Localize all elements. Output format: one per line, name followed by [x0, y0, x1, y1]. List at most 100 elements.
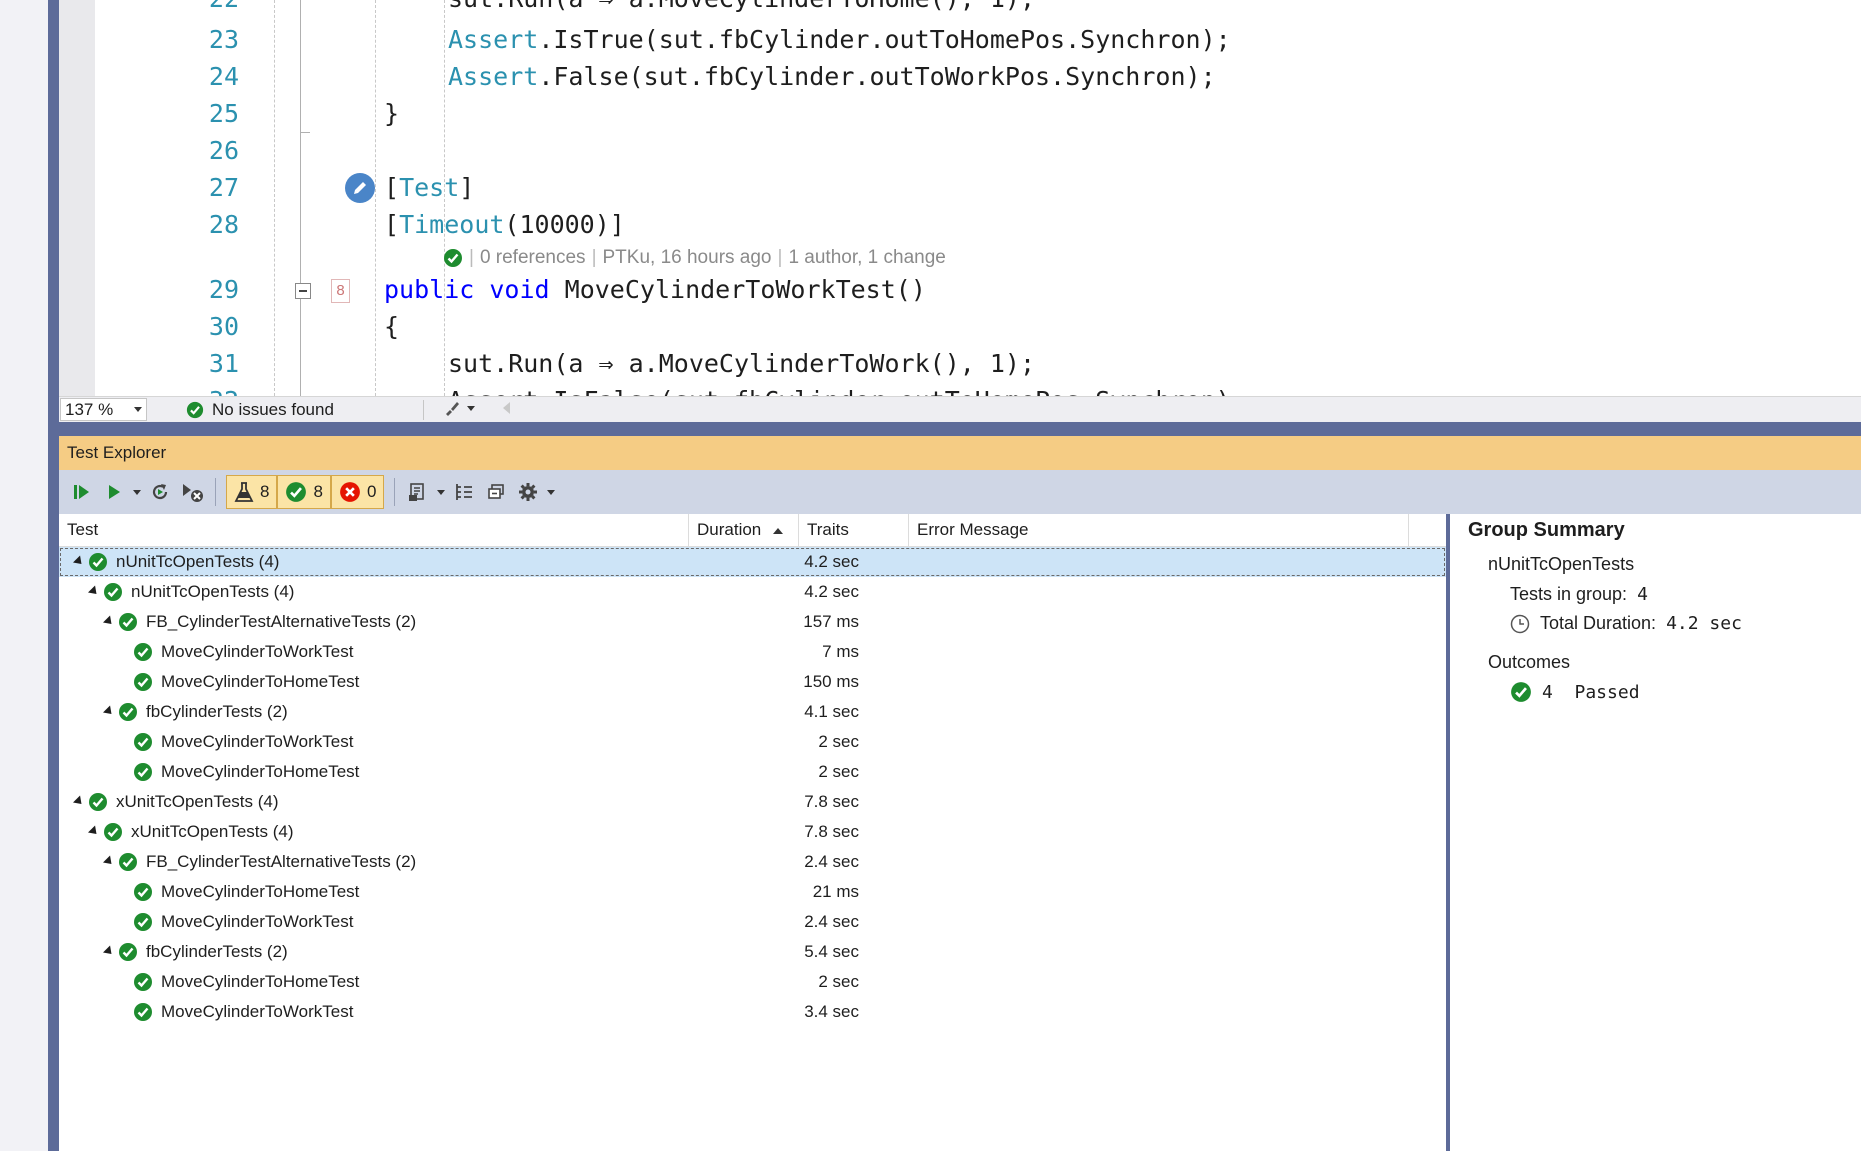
run-all-tests-icon[interactable]: [69, 479, 95, 505]
playlist-icon[interactable]: [405, 479, 431, 505]
test-row[interactable]: MoveCylinderToWorkTest 2 sec: [59, 727, 1446, 757]
summary-passed-outcome[interactable]: 4 Passed: [1510, 681, 1640, 703]
code-cleanup-button[interactable]: [443, 399, 479, 417]
collapse-region-button[interactable]: [295, 283, 311, 299]
code-line[interactable]: Assert.False(sut.fbCylinder.outToWorkPos…: [448, 62, 1216, 92]
total-tests-filter[interactable]: 8: [226, 475, 278, 509]
code-token: ]: [459, 173, 475, 202]
chevron-down-icon[interactable]: [437, 489, 446, 495]
test-name: FB_CylinderTestAlternativeTests (2): [146, 612, 417, 631]
settings-gear-icon[interactable]: [515, 479, 541, 505]
test-group-row[interactable]: nUnitTcOpenTests (4) 4.2 sec: [59, 577, 1446, 607]
code-line[interactable]: [Test]: [384, 173, 474, 203]
test-passed-icon[interactable]: [443, 248, 463, 268]
expand-triangle-icon[interactable]: [87, 585, 101, 598]
test-explorer-title[interactable]: Test Explorer: [59, 436, 1861, 470]
column-header-traits[interactable]: Traits: [799, 514, 909, 546]
expand-triangle-icon[interactable]: [102, 615, 116, 628]
test-name: MoveCylinderToHomeTest: [161, 672, 360, 691]
failed-tests-filter[interactable]: 0: [330, 475, 385, 509]
test-passed-icon: [118, 852, 138, 877]
test-duration: 2 sec: [818, 762, 859, 781]
cancel-run-icon[interactable]: [179, 479, 205, 505]
test-passed-icon: [133, 912, 153, 937]
expand-triangle-icon[interactable]: [102, 855, 116, 868]
test-row[interactable]: MoveCylinderToHomeTest 2 sec: [59, 967, 1446, 997]
code-token: (10000)]: [504, 210, 625, 239]
chevron-down-icon[interactable]: [133, 489, 141, 495]
test-name: xUnitTcOpenTests (4): [131, 822, 294, 841]
test-group-row[interactable]: FB_CylinderTestAlternativeTests (2) 157 m…: [59, 607, 1446, 637]
test-group-row[interactable]: nUnitTcOpenTests (4) 4.2 sec: [59, 547, 1446, 577]
issues-indicator[interactable]: No issues found: [186, 400, 334, 420]
scroll-left-icon[interactable]: [503, 402, 510, 414]
code-line[interactable]: {: [384, 312, 399, 342]
expand-triangle-icon[interactable]: [87, 825, 101, 838]
test-name: MoveCylinderToHomeTest: [161, 882, 360, 901]
test-duration: 2.4 sec: [804, 912, 859, 931]
zoom-dropdown[interactable]: 137 %: [60, 398, 147, 421]
code-line[interactable]: [Timeout(10000)]: [384, 210, 625, 240]
test-row[interactable]: MoveCylinderToHomeTest 150 ms: [59, 667, 1446, 697]
test-row[interactable]: MoveCylinderToWorkTest 7 ms: [59, 637, 1446, 667]
test-group-row[interactable]: fbCylinderTests (2) 5.4 sec: [59, 937, 1446, 967]
test-group-row[interactable]: xUnitTcOpenTests (4) 7.8 sec: [59, 787, 1446, 817]
expand-triangle-icon[interactable]: [72, 795, 86, 808]
test-row[interactable]: MoveCylinderToWorkTest 3.4 sec: [59, 997, 1446, 1027]
code-line[interactable]: Assert.IsTrue(sut.fbCylinder.outToHomePo…: [448, 25, 1231, 55]
indent-guide: [274, 0, 275, 396]
expand-triangle-icon[interactable]: [102, 945, 116, 958]
column-header-test[interactable]: Test: [59, 514, 689, 546]
column-header-duration[interactable]: Duration: [689, 514, 799, 546]
test-row[interactable]: MoveCylinderToWorkTest 2.4 sec: [59, 907, 1446, 937]
test-passed-icon: [133, 882, 153, 907]
check-circle-icon: [1511, 682, 1531, 702]
repeat-last-run-icon[interactable]: [147, 479, 173, 505]
sort-ascending-icon: [773, 527, 784, 534]
passed-tests-filter[interactable]: 8: [277, 475, 331, 509]
panel-divider[interactable]: [59, 422, 1861, 436]
line-number: 29: [208, 275, 239, 304]
tests-in-group-label: Tests in group:: [1510, 584, 1628, 604]
group-by-hierarchy-icon[interactable]: [451, 479, 477, 505]
code-line[interactable]: Assert.IsFalse(sut.fbCylinder.outToHomeP…: [448, 386, 1246, 396]
test-duration: 4.2 sec: [804, 552, 859, 571]
outcomes-label: Outcomes: [1488, 652, 1571, 672]
test-row[interactable]: MoveCylinderToHomeTest 21 ms: [59, 877, 1446, 907]
test-passed-icon: [133, 762, 153, 787]
code-line[interactable]: sut.Run(a ⇒ a.MoveCylinderToHome(), 1);: [448, 0, 1035, 14]
code-editor[interactable]: 22 sut.Run(a ⇒ a.MoveCylinderToHome(), 1)…: [59, 0, 1861, 396]
test-duration: 4.2 sec: [804, 582, 859, 601]
line-number: 26: [208, 136, 239, 165]
code-line[interactable]: public void MoveCylinderToWorkTest(): [384, 275, 926, 305]
summary-tests-in-group: Tests in group: 4: [1510, 584, 1648, 605]
test-group-row[interactable]: FB_CylinderTestAlternativeTests (2) 2.4 s…: [59, 847, 1446, 877]
expand-triangle-icon[interactable]: [72, 555, 86, 568]
codelens-references[interactable]: 0 references: [480, 247, 586, 269]
chevron-down-icon[interactable]: [547, 489, 556, 495]
code-line[interactable]: }: [384, 99, 399, 129]
test-row[interactable]: MoveCylinderToHomeTest 2 sec: [59, 757, 1446, 787]
run-icon[interactable]: [101, 479, 127, 505]
expand-triangle-icon[interactable]: [102, 705, 116, 718]
issues-text: No issues found: [212, 400, 334, 419]
test-duration: 150 ms: [803, 672, 859, 691]
line-number: 23: [208, 25, 239, 54]
quick-action-pencil-icon[interactable]: [345, 173, 375, 203]
codelens-changes[interactable]: 1 author, 1 change: [788, 247, 945, 269]
test-list[interactable]: Test Duration Traits Error Message nUnit…: [59, 514, 1446, 1151]
test-passed-icon: [133, 972, 153, 997]
test-group-row[interactable]: fbCylinderTests (2) 4.1 sec: [59, 697, 1446, 727]
column-header-row: Test Duration Traits Error Message: [59, 514, 1446, 547]
test-name: nUnitTcOpenTests (4): [131, 582, 295, 601]
code-line[interactable]: sut.Run(a ⇒ a.MoveCylinderToWork(), 1);: [448, 349, 1035, 379]
error-circle-icon: [340, 482, 360, 502]
test-name: MoveCylinderToWorkTest: [161, 1002, 354, 1021]
test-group-row[interactable]: xUnitTcOpenTests (4) 7.8 sec: [59, 817, 1446, 847]
summary-outcomes-heading: Outcomes: [1488, 652, 1570, 673]
collapse-all-icon[interactable]: [483, 479, 509, 505]
codelens-author-time[interactable]: PTKu, 16 hours ago: [603, 247, 772, 269]
column-header-error-message[interactable]: Error Message: [909, 514, 1409, 546]
test-passed-icon: [118, 612, 138, 637]
line-number: 22: [139, 0, 239, 14]
